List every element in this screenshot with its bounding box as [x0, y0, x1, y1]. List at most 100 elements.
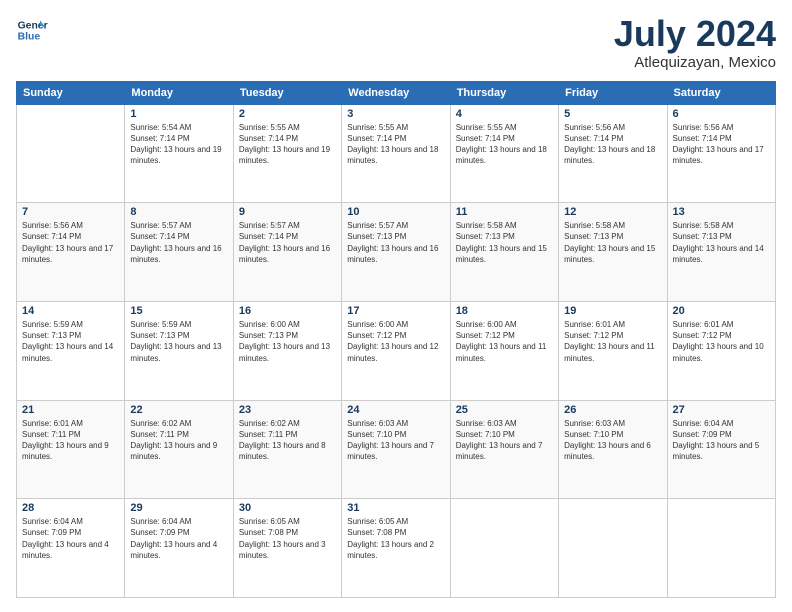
day-info: Sunrise: 5:55 AMSunset: 7:14 PMDaylight:…	[456, 122, 553, 167]
day-number: 7	[22, 206, 119, 218]
week-row: 14Sunrise: 5:59 AMSunset: 7:13 PMDayligh…	[17, 301, 776, 400]
day-number: 5	[564, 108, 661, 120]
svg-text:Blue: Blue	[18, 32, 41, 43]
page: General Blue July 2024 Atlequizayan, Mex…	[0, 0, 792, 612]
day-info: Sunrise: 5:57 AMSunset: 7:14 PMDaylight:…	[239, 220, 336, 265]
logo: General Blue	[16, 14, 48, 46]
day-info: Sunrise: 6:04 AMSunset: 7:09 PMDaylight:…	[22, 516, 119, 561]
day-info: Sunrise: 5:57 AMSunset: 7:13 PMDaylight:…	[347, 220, 444, 265]
calendar-cell: 5 Sunrise: 5:56 AMSunset: 7:14 PMDaylight…	[559, 104, 667, 203]
day-number: 24	[347, 404, 444, 416]
header: General Blue July 2024 Atlequizayan, Mex…	[16, 14, 776, 71]
calendar-cell	[450, 499, 558, 598]
day-info: Sunrise: 6:02 AMSunset: 7:11 PMDaylight:…	[239, 418, 336, 463]
day-number: 9	[239, 206, 336, 218]
day-info: Sunrise: 5:58 AMSunset: 7:13 PMDaylight:…	[564, 220, 661, 265]
calendar-cell: 25 Sunrise: 6:03 AMSunset: 7:10 PMDayligh…	[450, 400, 558, 499]
day-number: 30	[239, 502, 336, 514]
week-row: 21 Sunrise: 6:01 AMSunset: 7:11 PMDayligh…	[17, 400, 776, 499]
calendar-cell: 27 Sunrise: 6:04 AMSunset: 7:09 PMDayligh…	[667, 400, 775, 499]
week-row: 7 Sunrise: 5:56 AMSunset: 7:14 PMDaylight…	[17, 203, 776, 302]
day-info: Sunrise: 5:59 AMSunset: 7:13 PMDaylight:…	[130, 319, 227, 364]
day-number: 8	[130, 206, 227, 218]
calendar-cell: 24 Sunrise: 6:03 AMSunset: 7:10 PMDayligh…	[342, 400, 450, 499]
week-row: 28 Sunrise: 6:04 AMSunset: 7:09 PMDayligh…	[17, 499, 776, 598]
calendar-cell: 18 Sunrise: 6:00 AMSunset: 7:12 PMDayligh…	[450, 301, 558, 400]
location: Atlequizayan, Mexico	[614, 54, 776, 71]
calendar-cell: 2Sunrise: 5:55 AMSunset: 7:14 PMDaylight…	[233, 104, 341, 203]
day-number: 31	[347, 502, 444, 514]
calendar-cell: 7 Sunrise: 5:56 AMSunset: 7:14 PMDaylight…	[17, 203, 125, 302]
day-of-week-header: Wednesday	[342, 81, 450, 104]
calendar-cell: 17Sunrise: 6:00 AMSunset: 7:12 PMDayligh…	[342, 301, 450, 400]
day-number: 19	[564, 305, 661, 317]
day-info: Sunrise: 5:57 AMSunset: 7:14 PMDaylight:…	[130, 220, 227, 265]
day-info: Sunrise: 6:05 AMSunset: 7:08 PMDaylight:…	[347, 516, 444, 561]
calendar-cell	[559, 499, 667, 598]
day-number: 22	[130, 404, 227, 416]
day-number: 21	[22, 404, 119, 416]
day-number: 11	[456, 206, 553, 218]
day-of-week-header: Friday	[559, 81, 667, 104]
day-info: Sunrise: 6:05 AMSunset: 7:08 PMDaylight:…	[239, 516, 336, 561]
calendar-cell: 8 Sunrise: 5:57 AMSunset: 7:14 PMDaylight…	[125, 203, 233, 302]
day-info: Sunrise: 5:56 AMSunset: 7:14 PMDaylight:…	[673, 122, 770, 167]
calendar-cell: 4 Sunrise: 5:55 AMSunset: 7:14 PMDaylight…	[450, 104, 558, 203]
calendar-cell: 22 Sunrise: 6:02 AMSunset: 7:11 PMDayligh…	[125, 400, 233, 499]
calendar-cell: 10 Sunrise: 5:57 AMSunset: 7:13 PMDayligh…	[342, 203, 450, 302]
calendar-cell: 3Sunrise: 5:55 AMSunset: 7:14 PMDaylight…	[342, 104, 450, 203]
day-number: 10	[347, 206, 444, 218]
day-info: Sunrise: 6:03 AMSunset: 7:10 PMDaylight:…	[564, 418, 661, 463]
day-number: 20	[673, 305, 770, 317]
day-number: 25	[456, 404, 553, 416]
day-info: Sunrise: 6:02 AMSunset: 7:11 PMDaylight:…	[130, 418, 227, 463]
day-number: 13	[673, 206, 770, 218]
day-info: Sunrise: 5:56 AMSunset: 7:14 PMDaylight:…	[564, 122, 661, 167]
day-of-week-header: Thursday	[450, 81, 558, 104]
calendar-cell: 14Sunrise: 5:59 AMSunset: 7:13 PMDayligh…	[17, 301, 125, 400]
day-info: Sunrise: 6:03 AMSunset: 7:10 PMDaylight:…	[456, 418, 553, 463]
logo-icon: General Blue	[16, 14, 48, 46]
day-number: 18	[456, 305, 553, 317]
calendar-table: SundayMondayTuesdayWednesdayThursdayFrid…	[16, 81, 776, 598]
day-info: Sunrise: 5:56 AMSunset: 7:14 PMDaylight:…	[22, 220, 119, 265]
day-number: 2	[239, 108, 336, 120]
day-of-week-header: Monday	[125, 81, 233, 104]
day-info: Sunrise: 6:00 AMSunset: 7:12 PMDaylight:…	[456, 319, 553, 364]
day-number: 27	[673, 404, 770, 416]
calendar-cell: 23 Sunrise: 6:02 AMSunset: 7:11 PMDayligh…	[233, 400, 341, 499]
calendar-cell: 9 Sunrise: 5:57 AMSunset: 7:14 PMDaylight…	[233, 203, 341, 302]
calendar-cell	[17, 104, 125, 203]
calendar-cell: 29 Sunrise: 6:04 AMSunset: 7:09 PMDayligh…	[125, 499, 233, 598]
calendar-cell	[667, 499, 775, 598]
day-info: Sunrise: 6:04 AMSunset: 7:09 PMDaylight:…	[130, 516, 227, 561]
day-number: 4	[456, 108, 553, 120]
calendar-cell: 16 Sunrise: 6:00 AMSunset: 7:13 PMDayligh…	[233, 301, 341, 400]
day-info: Sunrise: 6:01 AMSunset: 7:11 PMDaylight:…	[22, 418, 119, 463]
day-info: Sunrise: 5:54 AMSunset: 7:14 PMDaylight:…	[130, 122, 227, 167]
calendar-cell: 11 Sunrise: 5:58 AMSunset: 7:13 PMDayligh…	[450, 203, 558, 302]
day-number: 3	[347, 108, 444, 120]
day-info: Sunrise: 6:00 AMSunset: 7:13 PMDaylight:…	[239, 319, 336, 364]
calendar-cell: 30 Sunrise: 6:05 AMSunset: 7:08 PMDayligh…	[233, 499, 341, 598]
calendar-cell: 21 Sunrise: 6:01 AMSunset: 7:11 PMDayligh…	[17, 400, 125, 499]
calendar-cell: 28 Sunrise: 6:04 AMSunset: 7:09 PMDayligh…	[17, 499, 125, 598]
day-info: Sunrise: 6:03 AMSunset: 7:10 PMDaylight:…	[347, 418, 444, 463]
day-info: Sunrise: 5:58 AMSunset: 7:13 PMDaylight:…	[456, 220, 553, 265]
week-row: 1 Sunrise: 5:54 AMSunset: 7:14 PMDaylight…	[17, 104, 776, 203]
day-number: 23	[239, 404, 336, 416]
day-number: 16	[239, 305, 336, 317]
calendar-cell: 31 Sunrise: 6:05 AMSunset: 7:08 PMDayligh…	[342, 499, 450, 598]
day-info: Sunrise: 6:04 AMSunset: 7:09 PMDaylight:…	[673, 418, 770, 463]
calendar-cell: 19Sunrise: 6:01 AMSunset: 7:12 PMDayligh…	[559, 301, 667, 400]
day-of-week-header: Tuesday	[233, 81, 341, 104]
day-number: 17	[347, 305, 444, 317]
day-number: 28	[22, 502, 119, 514]
day-info: Sunrise: 5:58 AMSunset: 7:13 PMDaylight:…	[673, 220, 770, 265]
day-number: 29	[130, 502, 227, 514]
calendar-cell: 20 Sunrise: 6:01 AMSunset: 7:12 PMDayligh…	[667, 301, 775, 400]
day-number: 1	[130, 108, 227, 120]
day-info: Sunrise: 6:01 AMSunset: 7:12 PMDaylight:…	[673, 319, 770, 364]
day-info: Sunrise: 5:59 AMSunset: 7:13 PMDaylight:…	[22, 319, 119, 364]
day-number: 26	[564, 404, 661, 416]
